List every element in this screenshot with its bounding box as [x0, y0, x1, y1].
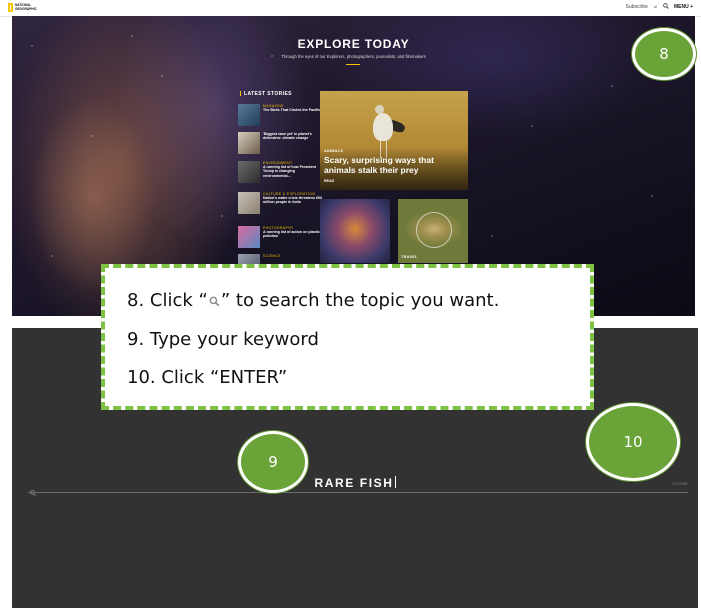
- card-category: TRAVEL: [401, 255, 418, 259]
- story-thumbnail: [238, 192, 260, 214]
- hero-subtitle: Through the eyes of our Explorers, photo…: [281, 54, 426, 59]
- feature-story-card[interactable]: ANIMALS Scary, surprising ways that anim…: [320, 91, 468, 190]
- story-category: SCIENCE: [263, 254, 281, 258]
- latest-stories-heading: LATEST STORIES: [240, 91, 292, 97]
- menu-button[interactable]: MENU +: [674, 4, 693, 10]
- crop-circle-illustration: [416, 212, 452, 248]
- step-9-text: 9. Type your keyword: [127, 329, 319, 350]
- story-item[interactable]: PHOTOGRAPHY A running list of action on …: [238, 226, 322, 256]
- story-title: The Birds That Circled the Pacific: [263, 108, 321, 112]
- story-thumbnail: [238, 104, 260, 126]
- yellow-border-icon: [8, 3, 13, 12]
- story-item[interactable]: CULTURE & EXPLORATION Nation's water cri…: [238, 192, 322, 222]
- story-thumbnail: [238, 132, 260, 154]
- step-8-text: 8. Click “” to search the topic you want…: [127, 290, 500, 312]
- top-nav-links: Subscribe ☺ MENU +: [626, 3, 693, 11]
- yellow-bar-icon: [240, 91, 241, 97]
- feature-category: ANIMALS: [324, 149, 344, 153]
- story-title: 'Biggest case yet' in planet's defenders…: [263, 132, 312, 141]
- step-badge-8: 8: [632, 28, 696, 80]
- story-title: A running list of action on plastic poll…: [263, 230, 320, 239]
- feature-title: Scary, surprising ways that animals stal…: [324, 155, 434, 175]
- logo-text: NATIONAL GEOGRAPHIC: [15, 2, 37, 11]
- story-item[interactable]: 'Biggest case yet' in planet's defenders…: [238, 132, 322, 162]
- search-input[interactable]: RARE FISH: [12, 476, 698, 490]
- story-thumbnail: [238, 226, 260, 248]
- hero-title: EXPLORE TODAY: [297, 37, 410, 51]
- story-title: A running list of how President Trump is…: [263, 165, 316, 178]
- natgeo-logo[interactable]: NATIONAL GEOGRAPHIC: [8, 2, 37, 13]
- top-nav-bar: NATIONAL GEOGRAPHIC Subscribe ☺ MENU +: [0, 0, 701, 17]
- story-card-travel[interactable]: TRAVEL: [398, 199, 468, 263]
- story-item[interactable]: MAGAZINE The Birds That Circled the Paci…: [238, 104, 322, 134]
- step-badge-9: 9: [238, 431, 308, 493]
- instruction-box: 8. Click “” to search the topic you want…: [101, 264, 594, 410]
- text-cursor: [394, 476, 396, 488]
- step-badge-10: 10: [586, 403, 680, 481]
- subscribe-link[interactable]: Subscribe: [626, 4, 648, 10]
- hero-divider: [346, 64, 360, 65]
- search-input-value: RARE FISH: [314, 476, 394, 490]
- story-thumbnail: [238, 161, 260, 183]
- story-title: Nation's water crisis threatens 600 mill…: [263, 196, 322, 205]
- step-10-text: 10. Click “ENTER”: [127, 367, 288, 388]
- read-link[interactable]: READ: [324, 179, 334, 183]
- user-icon[interactable]: ☺: [653, 4, 658, 10]
- story-card-image[interactable]: [320, 199, 390, 263]
- search-underline: [28, 492, 688, 493]
- magnifier-icon: [209, 291, 220, 312]
- search-icon[interactable]: [663, 3, 669, 11]
- close-search-button[interactable]: CLOSE: [672, 481, 688, 486]
- story-item[interactable]: ENVIRONMENT A running list of how Presid…: [238, 161, 322, 191]
